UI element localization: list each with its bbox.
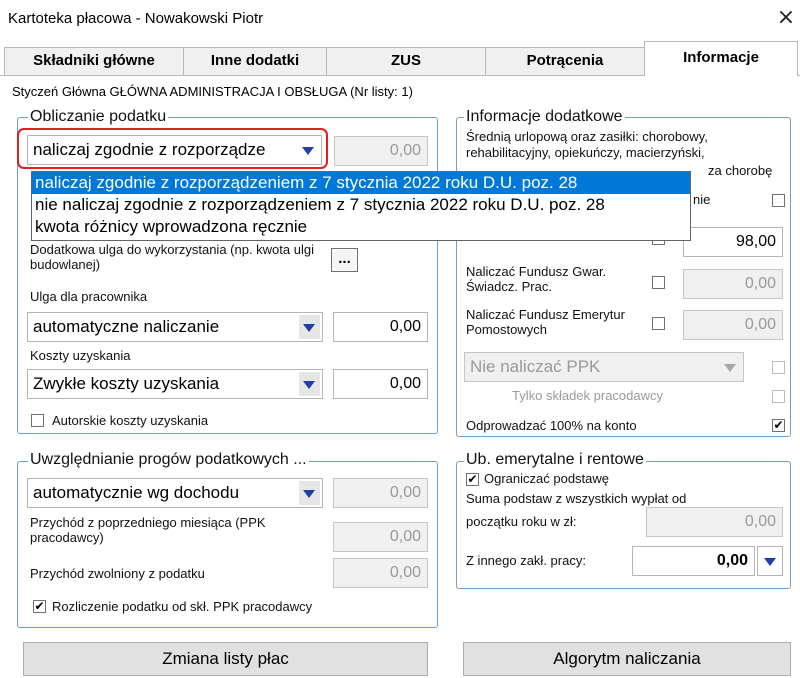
ppk-combo: Nie naliczać PPK xyxy=(464,352,744,382)
tab-potracenia[interactable]: Potrącenia xyxy=(485,47,645,75)
inny-label: Z innego zakł. pracy: xyxy=(466,553,586,568)
ppk-checkbox xyxy=(772,361,785,374)
tab-skladniki-glowne[interactable]: Składniki główne xyxy=(4,47,184,75)
chevron-down-icon xyxy=(720,355,741,379)
informacje-title: Informacje dodatkowe xyxy=(464,108,625,126)
poczatek-amount: 0,00 xyxy=(646,507,783,537)
inny-amount[interactable]: 0,00 xyxy=(632,546,755,576)
progi-combo[interactable]: automatycznie wg dochodu xyxy=(27,478,323,508)
chevron-down-icon[interactable] xyxy=(757,546,783,576)
autorskie-checkbox[interactable] xyxy=(31,414,44,427)
nie-label: nie xyxy=(693,192,711,207)
ulga-value: automatyczne naliczanie xyxy=(33,317,220,336)
tab-informacje[interactable]: Informacje xyxy=(644,41,798,76)
ograniczac-checkbox[interactable]: ✔ xyxy=(466,473,479,486)
srednia-label: Średnią urlopową oraz zasiłki: chorobowy… xyxy=(466,129,708,160)
tylko-label: Tylko składek pracodawcy xyxy=(512,388,664,403)
list-subtitle: Styczeń Główna GŁÓWNA ADMINISTRACJA I OB… xyxy=(12,84,413,99)
dropdown-option[interactable]: naliczaj zgodnie z rozporządzeniem z 7 s… xyxy=(32,172,690,194)
za-chorobe-label: za chorobę xyxy=(708,163,773,178)
zwolniony-amount: 0,00 xyxy=(333,558,428,588)
chevron-down-icon[interactable] xyxy=(299,372,320,396)
tylko-checkbox xyxy=(772,390,785,403)
close-icon[interactable]: × xyxy=(772,6,800,30)
podatek-amount: 0,00 xyxy=(334,136,428,166)
autorskie-label: Autorskie koszty uzyskania xyxy=(52,413,209,428)
suma-label: Suma podstaw z wszystkich wypłat od xyxy=(466,491,687,506)
przychod-label: Przychód z poprzedniego miesiąca (PPK pr… xyxy=(30,515,266,545)
chevron-down-icon[interactable] xyxy=(299,315,320,339)
fgsp-checkbox[interactable] xyxy=(652,276,665,289)
progi-value: automatycznie wg dochodu xyxy=(33,483,240,502)
chevron-down-icon[interactable] xyxy=(298,138,319,162)
obliczanie-podatku-title: Obliczanie podatku xyxy=(28,108,169,126)
wartosc-amount[interactable]: 98,00 xyxy=(683,227,783,257)
tab-inne-dodatki[interactable]: Inne dodatki xyxy=(183,47,327,75)
srednia-checkbox[interactable] xyxy=(772,194,785,207)
ppk-value: Nie naliczać PPK xyxy=(470,357,601,376)
koszty-amount[interactable]: 0,00 xyxy=(333,369,428,399)
dropdown-option[interactable]: kwota różnicy wprowadzona ręcznie xyxy=(32,216,690,238)
poczatek-label: początku roku w zł: xyxy=(466,514,577,529)
odprowadzac-label: Odprowadzać 100% na konto xyxy=(466,418,637,433)
ulga-amount[interactable]: 0,00 xyxy=(333,312,428,342)
emerytalne-title: Ub. emerytalne i rentowe xyxy=(464,451,646,469)
odprowadzac-checkbox[interactable]: ✔ xyxy=(772,419,785,432)
koszty-label: Koszty uzyskania xyxy=(30,348,131,363)
dropdown-option[interactable]: nie naliczaj zgodnie z rozporządzeniem z… xyxy=(32,194,690,216)
ulga-combo[interactable]: automatyczne naliczanie xyxy=(27,312,323,342)
ograniczac-label: Ograniczać podstawę xyxy=(484,471,610,486)
koszty-value: Zwykłe koszty uzyskania xyxy=(33,374,220,393)
rozliczenie-label: Rozliczenie podatku od skł. PPK pracodaw… xyxy=(52,599,313,614)
algorytm-button[interactable]: Algorytm naliczania xyxy=(463,642,791,676)
fep-amount: 0,00 xyxy=(683,310,783,340)
podatek-mode-combo[interactable]: naliczaj zgodnie z rozporządze xyxy=(27,135,322,165)
fep-label: Naliczać Fundusz Emerytur Pomostowych xyxy=(466,307,625,337)
tab-zus[interactable]: ZUS xyxy=(326,47,486,75)
progi-amount: 0,00 xyxy=(333,478,428,508)
fep-checkbox[interactable] xyxy=(652,317,665,330)
rozliczenie-checkbox[interactable]: ✔ xyxy=(33,600,46,613)
przychod-amount: 0,00 xyxy=(333,522,428,552)
window-title: Kartoteka płacowa - Nowakowski Piotr xyxy=(8,10,264,27)
chevron-down-icon[interactable] xyxy=(299,481,320,505)
ulga-label: Ulga dla pracownika xyxy=(30,289,148,304)
progi-title: Uwzględnianie progów podatkowych ... xyxy=(28,451,309,469)
dodatkowa-ulga-button[interactable]: ... xyxy=(331,248,358,272)
koszty-combo[interactable]: Zwykłe koszty uzyskania xyxy=(27,369,323,399)
zmiana-listy-button[interactable]: Zmiana listy płac xyxy=(23,642,428,676)
dodatkowa-ulga-label: Dodatkowa ulga do wykorzystania (np. kwo… xyxy=(30,242,314,272)
podatek-mode-dropdown[interactable]: naliczaj zgodnie z rozporządzeniem z 7 s… xyxy=(31,171,691,241)
podatek-mode-value: naliczaj zgodnie z rozporządze xyxy=(33,140,266,159)
fgsp-amount: 0,00 xyxy=(683,269,783,299)
zwolniony-label: Przychód zwolniony z podatku xyxy=(30,566,205,581)
fgsp-label: Naliczać Fundusz Gwar. Świadcz. Prac. xyxy=(466,264,607,294)
